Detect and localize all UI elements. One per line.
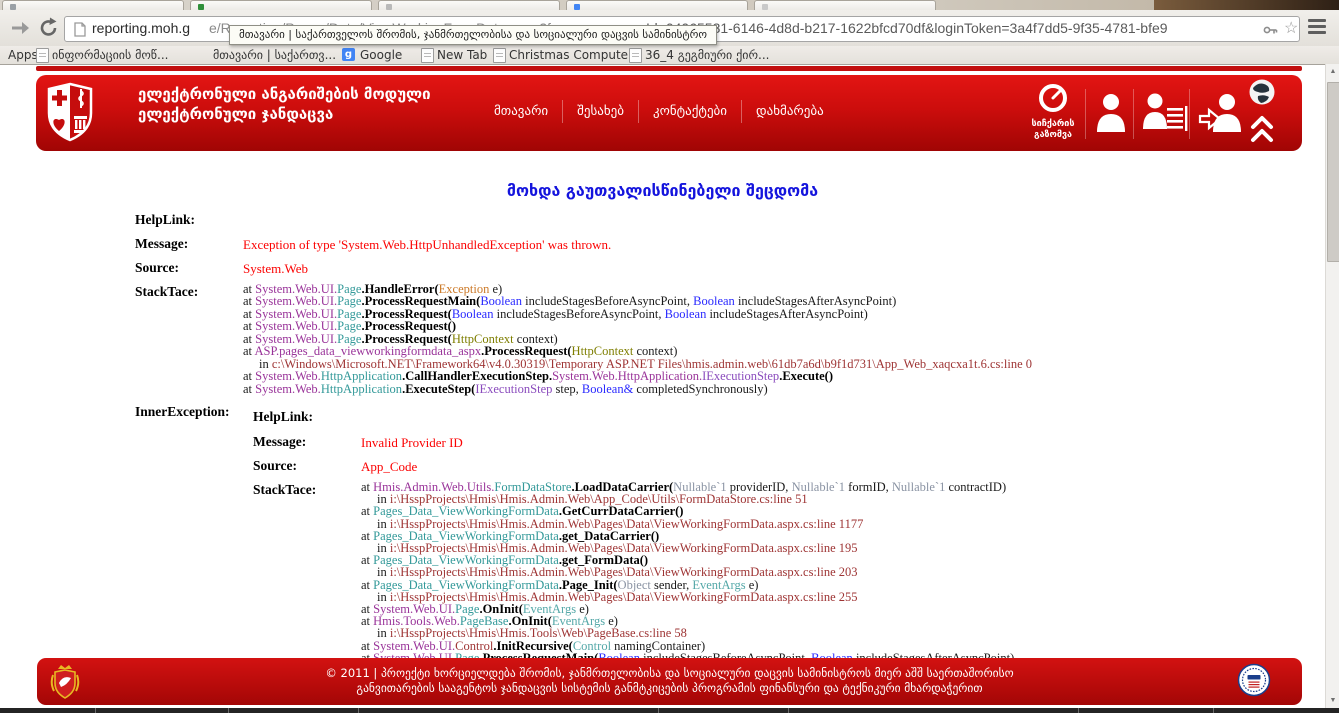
browser-tab[interactable] — [566, 0, 748, 10]
nav-about[interactable]: შესახებ — [563, 100, 639, 123]
message-value: Exception of type 'System.Web.HttpUnhand… — [243, 237, 611, 253]
header-separator — [1133, 89, 1134, 139]
page-favicon-icon — [493, 48, 506, 63]
header-top-stripe — [36, 66, 1302, 71]
source-value: System.Web — [243, 261, 308, 277]
globe-icon[interactable] — [1248, 78, 1276, 106]
chrome-menu-button[interactable] — [1308, 19, 1326, 37]
bookmark-star-icon[interactable]: ☆ — [1284, 18, 1298, 38]
google-favicon: g — [342, 48, 355, 61]
scroll-up-arrow[interactable]: ▲ — [1326, 64, 1339, 79]
inner-source-label: Source: — [253, 458, 297, 474]
reload-button[interactable] — [38, 17, 60, 39]
browser-tab[interactable] — [190, 0, 372, 10]
bookmark-item[interactable]: Christmas Compute... — [509, 48, 639, 62]
page-favicon-icon — [421, 48, 434, 63]
moh-logo — [46, 81, 94, 143]
speedometer-icon — [1038, 83, 1068, 113]
header-separator — [1189, 89, 1190, 139]
browser-tab[interactable] — [2, 0, 184, 10]
collapse-chevrons-icon[interactable] — [1250, 115, 1274, 143]
page-favicon-icon — [36, 48, 49, 63]
site-footer: © 2011 | პროექტი ხორციელდება შრომის, ჯან… — [37, 658, 1302, 705]
scroll-down-arrow[interactable]: ▼ — [1326, 693, 1339, 708]
stacktrace-label: StackTace: — [135, 284, 198, 300]
inner-source-value: App_Code — [361, 459, 417, 475]
browser-tab[interactable] — [378, 0, 560, 10]
user-list-icon[interactable] — [1141, 92, 1189, 138]
header-separator — [1085, 89, 1086, 139]
bookmark-item[interactable]: New Tab — [437, 48, 487, 62]
helplink-label: HelpLink: — [135, 212, 195, 228]
georgia-coat-of-arms — [49, 663, 81, 701]
site-title-line2: ელექტრონული ჯანდაცვა — [138, 105, 333, 123]
main-nav: მთავარი შესახებ კონტაქტები დახმარება — [480, 100, 838, 123]
site-title-line1: ელექტრონული ანგარიშების მოდული — [138, 85, 431, 103]
browser-tab[interactable] — [754, 0, 936, 10]
source-label: Source: — [135, 260, 179, 276]
window-theme-area — [1154, 0, 1339, 10]
browser-tab-strip — [0, 0, 1339, 10]
bookmark-item[interactable]: 36_4 გეგმიური ქირ... — [645, 48, 769, 62]
page-icon — [74, 22, 86, 37]
scrollbar-thumb[interactable] — [1327, 82, 1339, 262]
bookmark-item[interactable]: ინფორმაციის მოწ... — [52, 48, 168, 62]
page-scrollbar[interactable]: ▲ ▼ — [1325, 64, 1339, 708]
inner-message-label: Message: — [253, 434, 306, 450]
usaid-seal — [1237, 663, 1271, 697]
inner-message-value: Invalid Provider ID — [361, 435, 463, 451]
url-query: Id=04065531-6146-4d8d-b217-1622bfcd70df&… — [646, 20, 1168, 36]
inner-stacktrace-label: StackTace: — [253, 482, 316, 498]
page-favicon-icon — [629, 48, 642, 63]
bookmark-apps[interactable]: Apps — [8, 48, 38, 62]
nav-help[interactable]: დახმარება — [742, 100, 838, 123]
logout-icon[interactable] — [1198, 92, 1244, 134]
footer-line2: განვითარების სააგენტოს ჯანდაცვის სისტემი… — [157, 681, 1182, 696]
inner-stack-trace: at Hmis.Admin.Web.Utils.FormDataStore.Lo… — [361, 481, 1014, 664]
nav-home[interactable]: მთავარი — [480, 100, 563, 123]
nav-contacts[interactable]: კონტაქტები — [639, 100, 742, 123]
bookmarks-bar: Apps ინფორმაციის მოწ... მთავარი | საქართ… — [0, 46, 1339, 65]
bookmark-item[interactable]: მთავარი | საქართვ... — [213, 48, 336, 62]
stack-trace: at System.Web.UI.Page.HandleError(Except… — [243, 283, 1032, 395]
tab-tooltip: მთავარი | საქართველოს შრომის, ჯანმრთელობ… — [229, 25, 717, 45]
site-header: ელექტრონული ანგარიშების მოდული ელექტრონუ… — [36, 75, 1302, 151]
footer-line1: © 2011 | პროექტი ხორციელდება შრომის, ჯან… — [157, 666, 1182, 681]
message-label: Message: — [135, 236, 188, 252]
inner-helplink-label: HelpLink: — [253, 409, 313, 425]
key-icon[interactable] — [1263, 23, 1278, 37]
error-page-title: მოხდა გაუთვალისწინებელი შეცდომა — [0, 181, 1325, 200]
forward-button[interactable] — [9, 17, 31, 39]
url-domain: reporting.moh.g — [92, 20, 190, 36]
bookmark-item[interactable]: Google — [360, 48, 402, 62]
innerexception-label: InnerException: — [135, 404, 230, 420]
taskbar-strip[interactable] — [0, 708, 1339, 713]
user-profile-icon[interactable] — [1094, 92, 1128, 134]
